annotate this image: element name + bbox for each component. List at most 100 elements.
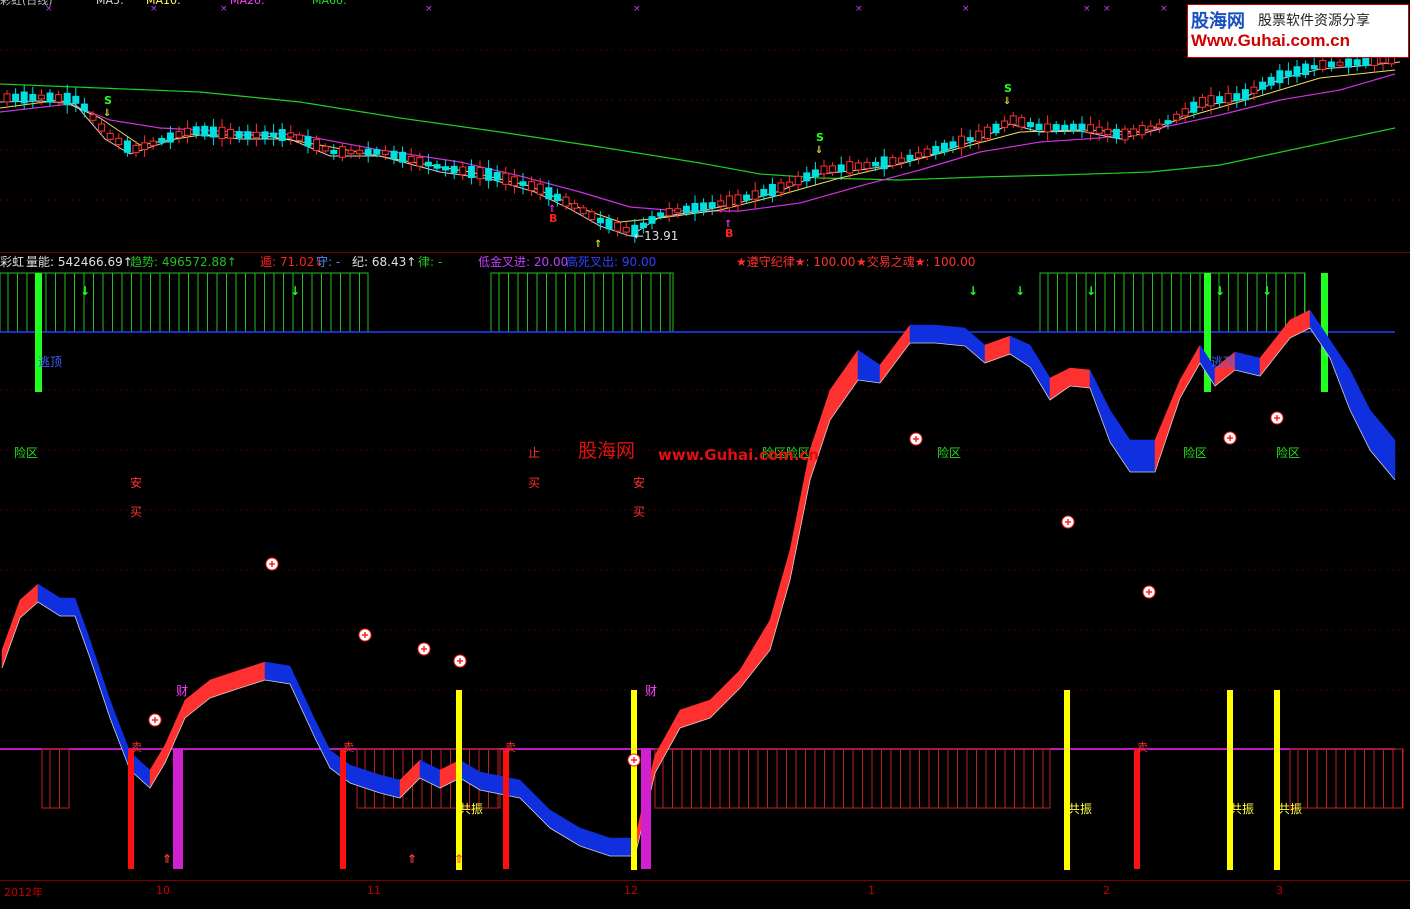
candle-body [1112, 128, 1120, 139]
rainbow-band-segment [59, 597, 76, 617]
down-arrow-icon: ↓ [968, 284, 978, 298]
rainbow-band-segment [879, 324, 911, 384]
candle-body [1138, 125, 1146, 136]
candle-body [218, 126, 226, 140]
rainbow-band-segment [857, 349, 881, 384]
logo-url: Www.Guhai.com.cn [1191, 31, 1350, 50]
date-month-label: 1 [868, 884, 875, 897]
resonance-label: 共振 [1230, 802, 1255, 816]
candle-body [321, 145, 329, 152]
rainbow-band-segment [89, 639, 111, 719]
indicator-header-item: 遁: 71.02↓ [260, 255, 325, 269]
top-marker: × [855, 4, 863, 14]
candle-body [1035, 123, 1043, 131]
rainbow-band-segment [289, 665, 316, 739]
candle-body [433, 164, 441, 169]
logo-tagline: 股票软件资源分享 [1258, 13, 1370, 29]
down-arrow-icon: ↓ [290, 284, 300, 298]
sell-label: 卖 [1137, 741, 1148, 754]
rainbow-band-segment [1329, 339, 1351, 411]
indicator-header-item: 律: - [418, 255, 443, 269]
main-legend-name: 彩虹(日线) [0, 0, 53, 7]
candle-body [1001, 120, 1009, 128]
candle-body [373, 149, 381, 155]
wealth-label: 财 [176, 684, 189, 698]
rainbow-band-segment [709, 669, 741, 719]
rainbow-band-segment [1234, 351, 1261, 377]
candle-body [1336, 61, 1344, 66]
candle-body [1319, 60, 1327, 70]
candle-body [648, 216, 656, 224]
rainbow-band-segment [109, 699, 131, 771]
candle-body [588, 211, 596, 220]
panel-separator[interactable] [0, 252, 1410, 253]
top-marker: × [1083, 4, 1091, 14]
candle-body [476, 167, 484, 180]
signal-arrow-icon: ⇓ [103, 108, 111, 119]
rainbow-band-segment [1, 599, 21, 669]
candle-body [760, 188, 768, 197]
candle-body [992, 123, 1000, 134]
candle-body [1259, 81, 1267, 90]
leave-top-label: 逃顶 [38, 355, 63, 369]
candle-body [915, 152, 923, 159]
candle-body [175, 131, 183, 139]
rainbow-band-segment [74, 597, 91, 659]
candle-body [37, 94, 45, 100]
rainbow-band-segment [679, 699, 711, 729]
sell-signal: S [816, 131, 824, 144]
candle-body [20, 91, 28, 104]
danger-zone-label: 险区 [1183, 446, 1208, 460]
candle-body [115, 137, 123, 146]
rainbow-band-segment [909, 324, 936, 344]
resonance-label: 共振 [459, 802, 484, 816]
candle-body [364, 148, 372, 156]
candle-body [734, 194, 742, 206]
candle-body [330, 149, 338, 155]
candle-body [700, 202, 708, 212]
candle-body [1078, 123, 1086, 131]
candle-body [381, 150, 389, 156]
sell-bar [128, 749, 134, 869]
candle-body [1293, 66, 1301, 77]
candle-body [545, 187, 553, 200]
candle-body [562, 196, 570, 207]
candle-body [347, 149, 355, 155]
candle-body [1155, 123, 1163, 129]
candle-body [1130, 128, 1138, 137]
candle-body [1190, 101, 1198, 113]
candle-body [975, 130, 983, 143]
guhai-logo[interactable]: 股海网 股票软件资源分享 Www.Guhai.com.cn [1187, 4, 1409, 58]
danger-zone-label: 险区 [1276, 446, 1301, 460]
candle-body [768, 183, 776, 197]
down-arrow-icon: ↓ [1086, 284, 1096, 298]
candle-body [794, 175, 802, 186]
candle-body [708, 202, 716, 209]
candle-body [966, 137, 974, 142]
candle-body [55, 94, 63, 103]
candle-body [846, 161, 854, 174]
low-price-value: 13.91 [644, 229, 679, 243]
candle-body [605, 218, 613, 230]
candle-body [123, 140, 131, 153]
candle-body [614, 222, 622, 232]
up-arrow-icon: ⇑ [407, 852, 417, 866]
candle-body [63, 92, 71, 106]
rainbow-band-segment [809, 389, 831, 481]
candle-body [983, 126, 991, 139]
logo-name: 股海网 [1191, 11, 1245, 32]
low-price-label: ←13.91 [634, 229, 679, 243]
rainbow-band-segment [379, 774, 401, 799]
candle-body [149, 140, 157, 146]
indicator-header-item: 量能: 542466.69↑ [26, 255, 133, 269]
indicator-header-item: ★交易之魂★: 100.00 [856, 255, 976, 269]
date-month-label: 10 [156, 884, 170, 897]
candle-body [639, 222, 647, 229]
candle-body [1009, 115, 1017, 125]
rainbow-band-segment [1129, 439, 1156, 473]
sell-bar [503, 749, 509, 869]
rainbow-band-segment [1009, 335, 1031, 368]
candle-body [897, 157, 905, 163]
candle-body [502, 172, 510, 185]
candle-body [450, 165, 458, 174]
